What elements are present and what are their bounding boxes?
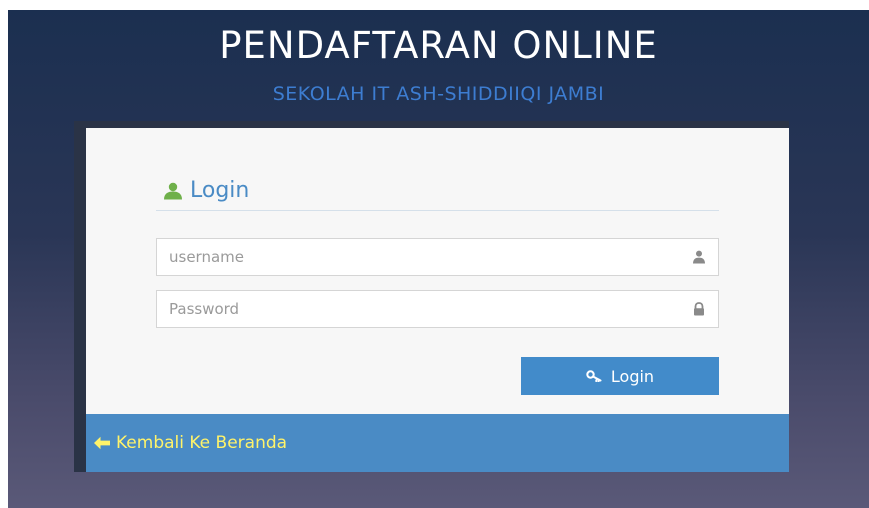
arrow-left-icon (94, 436, 110, 450)
login-header: Login (156, 171, 719, 211)
login-button-label: Login (610, 366, 655, 386)
login-heading: Login (190, 178, 250, 203)
login-box: Login Log (74, 121, 789, 472)
password-field-wrapper (156, 290, 719, 328)
lock-icon (694, 302, 704, 316)
login-footer: Kembali Ke Beranda (86, 414, 789, 472)
key-icon (586, 370, 602, 382)
login-form: Login Log (86, 128, 789, 414)
page-subtitle: SEKOLAH IT ASH-SHIDDIIQI JAMBI (272, 83, 605, 105)
username-field-wrapper (156, 238, 719, 276)
page-title: PENDAFTARAN ONLINE (219, 24, 658, 67)
back-to-home-link[interactable]: Kembali Ke Beranda (93, 433, 287, 453)
login-screen: PENDAFTARAN ONLINE SEKOLAH IT ASH-SHIDDI… (8, 10, 869, 508)
username-input[interactable] (157, 239, 718, 275)
back-link-label: Kembali Ke Beranda (116, 433, 288, 453)
login-button[interactable]: Login (521, 357, 719, 395)
user-icon (164, 182, 182, 199)
user-icon (693, 250, 705, 264)
password-input[interactable] (157, 291, 718, 327)
